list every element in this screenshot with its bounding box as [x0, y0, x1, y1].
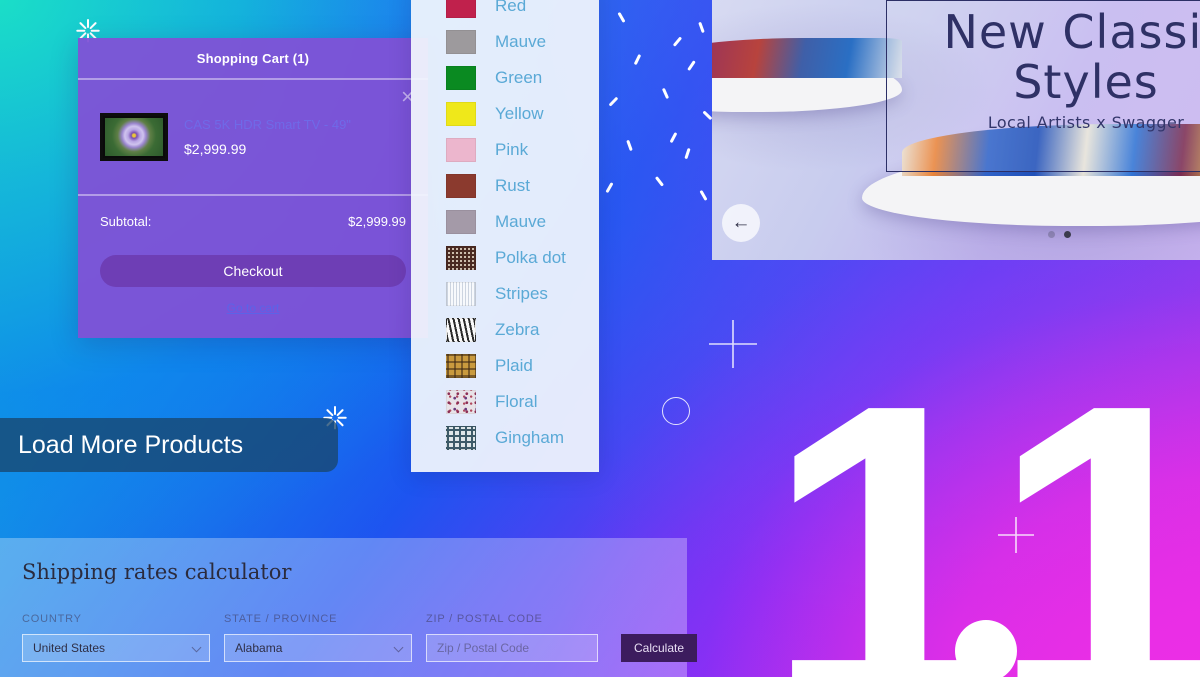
swatch-row[interactable]: Plaid [411, 348, 599, 384]
carousel-dot-1[interactable] [1048, 231, 1055, 238]
swatch-label: Mauve [495, 212, 547, 231]
swatch-row[interactable]: Stripes [411, 276, 599, 312]
swatch-label: Gingham [495, 428, 564, 447]
swatch-color-icon [446, 174, 476, 198]
swatch-label: Pink [495, 140, 529, 159]
shipping-rates-calculator: Shipping rates calculator COUNTRY United… [0, 538, 698, 677]
checkout-button[interactable]: Checkout [100, 255, 406, 287]
swatch-row[interactable]: Gingham [411, 420, 599, 456]
shipping-form-fields: COUNTRY United States STATE / PROVINCE A… [22, 613, 698, 662]
swatch-label: Mauve [495, 32, 547, 51]
hero-subtitle: Local Artists x Swagger [987, 113, 1185, 132]
cart-footer: Subtotal: $2,999.99 Checkout Go to cart [78, 196, 428, 315]
swatch-row[interactable]: Yellow [411, 96, 599, 132]
go-to-cart-link[interactable]: Go to cart [100, 301, 406, 315]
country-select[interactable]: United States [22, 634, 210, 662]
swatch-label: Plaid [495, 356, 533, 375]
cart-item-info: CAS 5K HDR Smart TV - 49" $2,999.99 [184, 117, 351, 157]
swatch-label: Red [495, 0, 527, 15]
shipping-calculator-title: Shipping rates calculator [22, 560, 292, 584]
state-field-group: STATE / PROVINCE Alabama [224, 613, 412, 662]
swatch-color-icon [446, 354, 476, 378]
zip-label: ZIP / POSTAL CODE [426, 613, 543, 625]
cart-item-product-link[interactable]: CAS 5K HDR Smart TV - 49" [184, 117, 351, 132]
state-value: Alabama [235, 641, 283, 655]
swatch-color-icon [446, 282, 476, 306]
swatch-label: Zebra [495, 320, 540, 339]
swatch-row[interactable]: Mauve [411, 24, 599, 60]
hero-title-line1: New Classic [943, 5, 1200, 59]
load-more-products-button[interactable]: Load More Products [0, 418, 338, 472]
swatch-row[interactable]: Zebra [411, 312, 599, 348]
cart-subtotal-label: Subtotal: [100, 214, 152, 229]
swatch-color-icon [446, 138, 476, 162]
swatch-label: Stripes [495, 284, 548, 303]
hero-title: New Classic Styles [887, 7, 1200, 107]
swatch-row[interactable]: Pink [411, 132, 599, 168]
hero-carousel[interactable]: New Classic Styles Local Artists x Swagg… [712, 0, 1200, 260]
chevron-down-icon [393, 642, 404, 653]
swatch-label: Floral [495, 392, 538, 411]
carousel-prev-arrow-icon[interactable]: ← [722, 204, 760, 242]
carousel-dot-2[interactable] [1064, 231, 1071, 238]
swatch-label: Rust [495, 176, 530, 195]
swatch-color-icon [446, 246, 476, 270]
cart-item-price: $2,999.99 [184, 141, 247, 157]
swatch-color-icon [446, 102, 476, 126]
swatch-color-icon [446, 0, 476, 18]
zip-input[interactable]: Zip / Postal Code [426, 634, 598, 662]
chevron-down-icon [191, 642, 202, 653]
cart-header-title: Shopping Cart (1) [78, 38, 428, 80]
state-label: STATE / PROVINCE [224, 613, 338, 625]
calculate-button[interactable]: Calculate [621, 634, 698, 662]
country-value: United States [33, 641, 106, 655]
hero-title-line2: Styles [1013, 55, 1159, 109]
swatch-color-icon [446, 390, 476, 414]
swatch-color-icon [446, 66, 476, 90]
swatch-row[interactable]: Green [411, 60, 599, 96]
swatch-label: Yellow [495, 104, 544, 123]
swatch-color-icon [446, 426, 476, 450]
swatch-label: Polka dot [495, 248, 566, 267]
swatch-color-icon [446, 30, 476, 54]
cart-line-item: CAS 5K HDR Smart TV - 49" $2,999.99 [78, 80, 428, 196]
swatch-color-icon [446, 318, 476, 342]
cart-subtotal-row: Subtotal: $2,999.99 [100, 214, 406, 229]
product-thumbnail [100, 113, 168, 161]
state-select[interactable]: Alabama [224, 634, 412, 662]
cart-subtotal-value: $2,999.99 [348, 214, 406, 229]
hero-text-overlay: New Classic Styles Local Artists x Swagg… [886, 0, 1200, 172]
swatch-label: Green [495, 68, 543, 87]
country-field-group: COUNTRY United States [22, 613, 210, 662]
swatch-color-icon [446, 210, 476, 234]
swatch-row[interactable]: Mauve [411, 204, 599, 240]
swatch-row[interactable]: Polka dot [411, 240, 599, 276]
country-label: COUNTRY [22, 613, 82, 625]
shopping-cart-panel: Shopping Cart (1) × CAS 5K HDR Smart TV … [78, 38, 428, 338]
color-swatch-dropdown[interactable]: Red Mauve Green Yellow Pink Rust Mauve Polka do… [411, 0, 599, 472]
swatch-row[interactable]: Rust [411, 168, 599, 204]
carousel-dots[interactable] [1048, 231, 1071, 238]
big-number-dot [955, 620, 1017, 677]
zip-field-group: ZIP / POSTAL CODE Zip / Postal Code [426, 613, 598, 662]
swatch-row[interactable]: Red [411, 0, 599, 24]
swatch-row[interactable]: Floral [411, 384, 599, 420]
